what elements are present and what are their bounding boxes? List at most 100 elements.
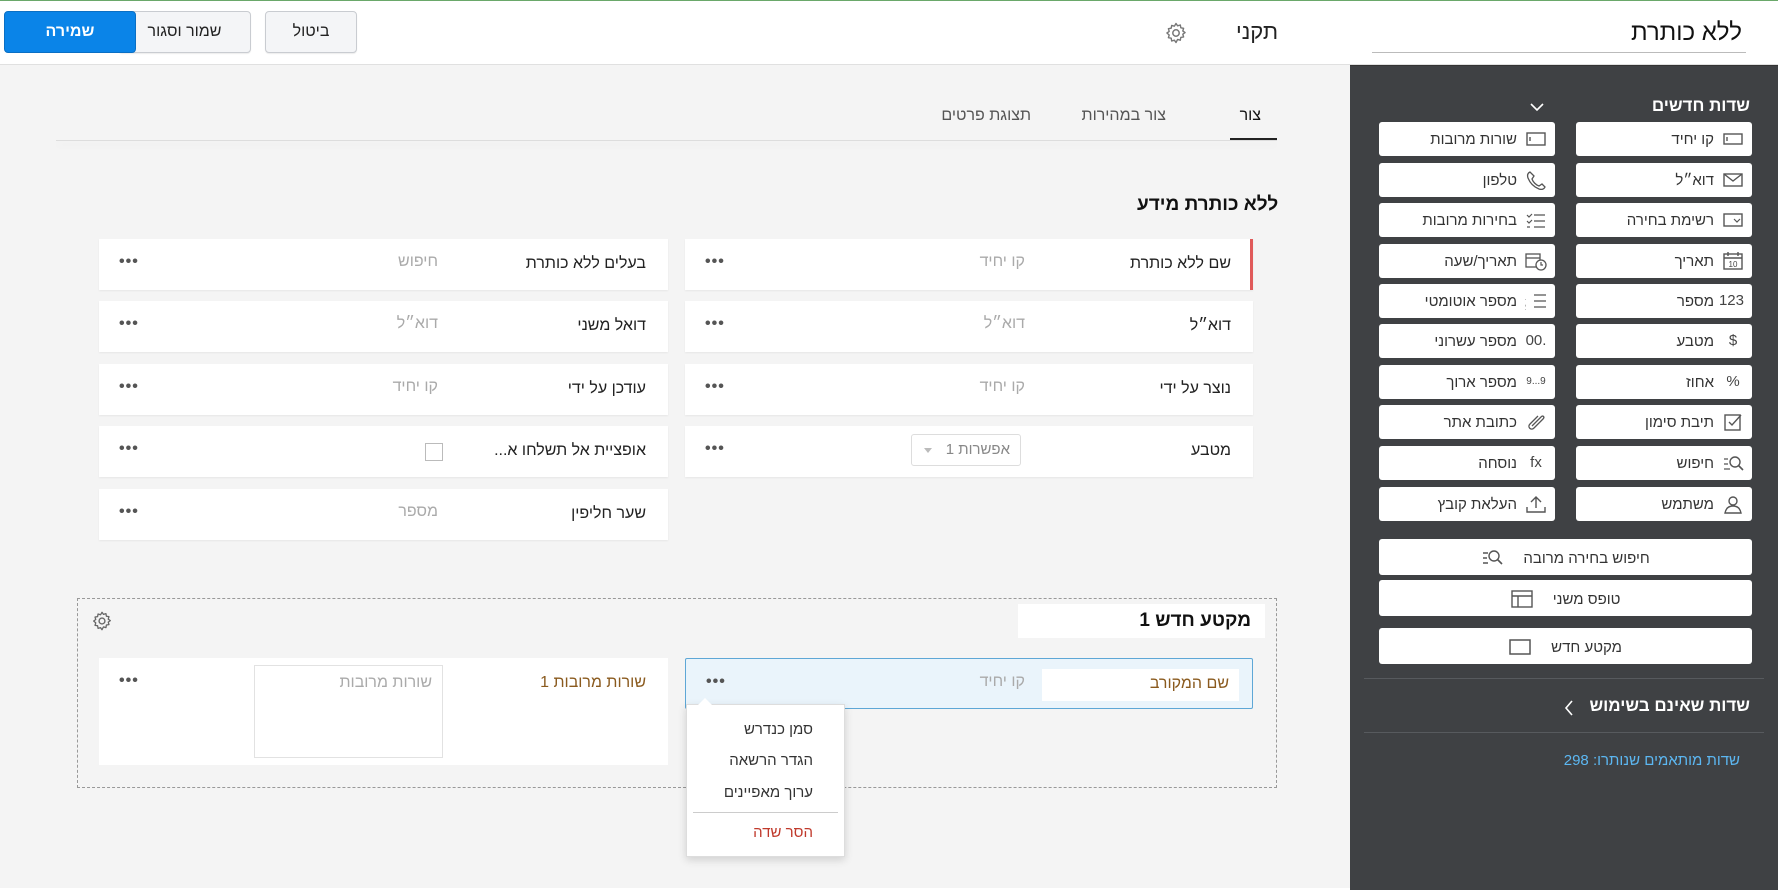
field-tile[interactable]: קו יחיד <box>1576 122 1752 156</box>
field-options-button[interactable]: ••• <box>119 253 139 271</box>
tab-detail-view[interactable]: תצוגת פרטים <box>941 107 1031 125</box>
active-tab-indicator <box>1230 138 1277 140</box>
field-tile[interactable]: טלפון <box>1379 163 1555 197</box>
field-tile[interactable]: מטבע $ <box>1576 324 1752 358</box>
field-options-button[interactable]: ••• <box>706 673 726 691</box>
field-tile[interactable]: נוסחה fx <box>1379 446 1555 480</box>
tile-multi-select-lookup[interactable]: חיפוש בחירה מרובה <box>1379 539 1752 575</box>
save-button[interactable]: שמירה <box>4 11 136 53</box>
field-label: עודכן על ידי <box>567 380 646 397</box>
save-and-close-button[interactable]: שמור וסגור <box>118 11 251 53</box>
svg-text:2: 2 <box>1525 303 1527 311</box>
field-card-related-name[interactable]: שם המקורב קו יחיד ••• <box>685 658 1253 709</box>
gear-icon[interactable] <box>1164 21 1188 45</box>
field-tile[interactable]: כתובת אתר <box>1379 405 1555 439</box>
multi-line-preview: שורות מרובות <box>254 665 443 758</box>
field-type-hint: דוא״ל <box>396 315 438 332</box>
field-type-hint: קו יחיד <box>979 378 1025 395</box>
field-tile[interactable]: תיבת סימון <box>1576 405 1752 439</box>
field-options-button[interactable]: ••• <box>705 253 725 271</box>
field-tile[interactable]: מספר 123 <box>1576 284 1752 318</box>
filtered-fields-number: 298 <box>1563 752 1589 769</box>
currency-select[interactable]: אפשרות 1 <box>911 434 1021 466</box>
filtered-fields-count[interactable]: שדות מותאמים שנותרו: 298 <box>1564 752 1740 769</box>
tile-new-section[interactable]: מקטע חדש <box>1379 628 1752 664</box>
field-label-input[interactable]: שם המקורב <box>1042 669 1239 701</box>
tile-label: כתובת אתר <box>1443 414 1517 431</box>
field-card-email-opt-out[interactable]: אופציית אל תשלחו א... ••• <box>99 426 668 477</box>
menu-item-remove-field[interactable]: הסר שדה <box>753 824 813 841</box>
field-options-button[interactable]: ••• <box>119 440 139 458</box>
tab-create[interactable]: צור <box>1240 107 1261 125</box>
tile-label: תאריך <box>1674 253 1714 270</box>
datetime-icon <box>1525 251 1547 271</box>
field-tile[interactable]: חיפוש <box>1576 446 1752 480</box>
field-tile[interactable]: תאריך 10 <box>1576 244 1752 278</box>
menu-item-edit-properties[interactable]: ערוך מאפיינים <box>724 784 813 801</box>
field-tile[interactable]: תאריך/שעה <box>1379 244 1555 278</box>
field-tile[interactable]: אחוז% <box>1576 365 1752 399</box>
unused-fields-header[interactable]: שדות שאינם בשימוש <box>1589 696 1750 716</box>
tile-label: תאריך/שעה <box>1444 253 1517 270</box>
picklist-icon <box>1722 210 1744 230</box>
chevron-down-icon <box>924 448 932 453</box>
tile-label: מקטע חדש <box>1551 638 1622 656</box>
section-icon <box>1509 639 1531 655</box>
layout-name: תקני <box>1236 19 1279 44</box>
form-title-input[interactable] <box>1372 13 1746 53</box>
field-tile[interactable]: דוא״ל <box>1576 163 1752 197</box>
chevron-left-icon[interactable] <box>1562 699 1576 717</box>
field-tile[interactable]: שורות מרובות <box>1379 122 1555 156</box>
field-type-hint: דוא״ל <box>983 315 1025 332</box>
sidebar-divider <box>1364 732 1764 733</box>
field-type-hint: שורות מרובות <box>339 674 432 691</box>
tab-strip-divider <box>56 140 1277 141</box>
section-title-box[interactable]: מקטע חדש 1 <box>1018 604 1265 638</box>
gear-icon[interactable] <box>91 610 113 632</box>
cancel-button[interactable]: ביטול <box>265 11 357 53</box>
field-label: דואל משני <box>577 317 646 334</box>
chevron-down-icon[interactable] <box>1529 100 1545 114</box>
field-label: נוצר על ידי <box>1159 380 1231 397</box>
tile-label: מספר ארוך <box>1446 374 1517 391</box>
field-tile[interactable]: משתמש <box>1576 487 1752 521</box>
field-card-owner[interactable]: בעלים ללא כותרת חיפוש ••• <box>99 239 668 290</box>
field-card-exchange-rate[interactable]: שער חליפין מספר ••• <box>99 489 668 540</box>
phone-icon <box>1525 170 1547 190</box>
field-options-button[interactable]: ••• <box>119 503 139 521</box>
field-options-button[interactable]: ••• <box>705 378 725 396</box>
icon-glyph: 123 <box>1718 292 1744 309</box>
field-card-record-name[interactable]: שם ללא כותרת קו יחיד ••• <box>685 239 1253 290</box>
menu-caret <box>697 698 713 706</box>
field-card-created-by[interactable]: נוצר על ידי קו יחיד ••• <box>685 364 1253 415</box>
icon-glyph: .00 <box>1525 332 1547 349</box>
field-options-button[interactable]: ••• <box>705 440 725 458</box>
field-options-button[interactable]: ••• <box>119 378 139 396</box>
field-card-currency[interactable]: מטבע אפשרות 1 ••• <box>685 426 1253 477</box>
menu-item-mark-required[interactable]: סמן כנדרש <box>744 721 813 738</box>
field-card-email[interactable]: דוא״ל דוא״ל ••• <box>685 301 1253 352</box>
email-opt-out-checkbox[interactable] <box>425 443 443 461</box>
multi-lookup-icon <box>1483 550 1503 565</box>
field-tile[interactable]: מספר ארוך 9...9 <box>1379 365 1555 399</box>
menu-item-set-permission[interactable]: הגדר הרשאה <box>729 752 813 769</box>
field-type-hint: חיפוש <box>398 253 438 270</box>
field-options-button[interactable]: ••• <box>119 315 139 333</box>
field-options-button[interactable]: ••• <box>119 672 139 690</box>
field-label: שורות מרובות 1 <box>540 674 646 691</box>
field-card-secondary-email[interactable]: דואל משני דוא״ל ••• <box>99 301 668 352</box>
field-tile[interactable]: רשימת בחירה <box>1576 203 1752 237</box>
field-options-button[interactable]: ••• <box>705 315 725 333</box>
calendar-day-label: 10 <box>1728 260 1738 269</box>
field-tile[interactable]: מספר עשרוני .00 <box>1379 324 1555 358</box>
field-card-modified-by[interactable]: עודכן על ידי קו יחיד ••• <box>99 364 668 415</box>
tile-subform[interactable]: טופס משני <box>1379 580 1752 616</box>
field-card-multi-line[interactable]: שורות מרובות 1 שורות מרובות ••• <box>99 658 668 765</box>
new-fields-header[interactable]: שדות חדשים <box>1652 96 1750 116</box>
multi-select-icon <box>1525 210 1547 230</box>
field-tile[interactable]: בחירות מרובות <box>1379 203 1555 237</box>
tab-quick-create[interactable]: צור במהירות <box>1082 107 1166 125</box>
field-palette-sidebar: שדות חדשים קו יחיד שורות מרובות דוא״ל טלפון… <box>1350 65 1778 890</box>
field-tile[interactable]: העלאת קובץ <box>1379 487 1555 521</box>
field-tile[interactable]: מספר אוטומטי 12 <box>1379 284 1555 318</box>
